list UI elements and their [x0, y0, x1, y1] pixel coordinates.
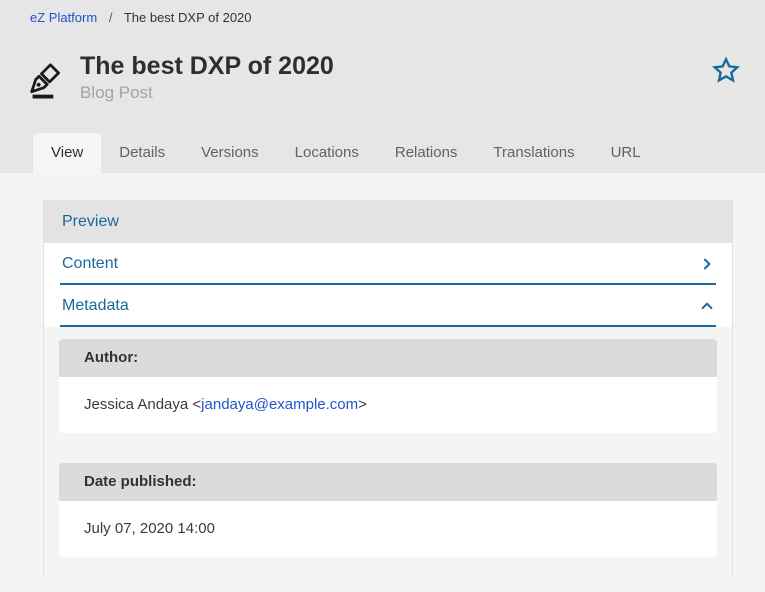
tab-locations[interactable]: Locations: [277, 133, 377, 173]
tab-bar: View Details Versions Locations Relation…: [0, 133, 765, 173]
section-toggle-metadata[interactable]: Metadata: [60, 285, 716, 327]
tab-versions[interactable]: Versions: [183, 133, 277, 173]
tab-view[interactable]: View: [33, 133, 101, 173]
metadata-body: Author: Jessica Andaya <jandaya@example.…: [44, 327, 732, 577]
author-name: Jessica Andaya <: [84, 396, 201, 413]
field-card-author: Author: Jessica Andaya <jandaya@example.…: [59, 339, 717, 433]
preview-panel: Preview Content Metadata Author: Je: [43, 200, 733, 577]
tab-details[interactable]: Details: [101, 133, 183, 173]
author-value-suffix: >: [358, 396, 367, 413]
author-email-link[interactable]: jandaya@example.com: [201, 396, 358, 413]
section-label-content: Content: [62, 254, 118, 274]
chevron-up-icon: [700, 299, 714, 313]
tab-translations[interactable]: Translations: [475, 133, 592, 173]
date-published-value: July 07, 2020 14:00: [84, 520, 215, 537]
field-label-date-published: Date published:: [59, 463, 717, 501]
breadcrumb-current-item: The best DXP of 2020: [124, 10, 252, 25]
breadcrumb: eZ Platform / The best DXP of 2020: [0, 8, 765, 26]
tab-url[interactable]: URL: [593, 133, 659, 173]
breadcrumb-link-ez-platform[interactable]: eZ Platform: [30, 10, 97, 25]
preview-panel-header: Preview: [44, 201, 732, 243]
title-block: The best DXP of 2020 Blog Post: [80, 52, 334, 104]
page-title: The best DXP of 2020: [80, 52, 334, 80]
tab-relations[interactable]: Relations: [377, 133, 476, 173]
page-header: eZ Platform / The best DXP of 2020 The b…: [0, 0, 765, 173]
field-label-author: Author:: [59, 339, 717, 377]
field-value-date-published: July 07, 2020 14:00: [59, 501, 717, 557]
field-value-author: Jessica Andaya <jandaya@example.com>: [59, 377, 717, 433]
content-type-label: Blog Post: [80, 82, 334, 104]
title-row: The best DXP of 2020 Blog Post: [28, 52, 741, 104]
section-toggle-content[interactable]: Content: [60, 243, 716, 285]
preview-title: Preview: [62, 213, 119, 230]
section-label-metadata: Metadata: [62, 296, 129, 316]
breadcrumb-separator: /: [109, 10, 113, 25]
chevron-right-icon: [700, 257, 714, 271]
edit-pen-icon: [28, 54, 74, 100]
field-card-date-published: Date published: July 07, 2020 14:00: [59, 463, 717, 557]
content-area: Preview Content Metadata Author: Je: [0, 173, 765, 592]
bookmark-star-icon[interactable]: [711, 56, 741, 86]
